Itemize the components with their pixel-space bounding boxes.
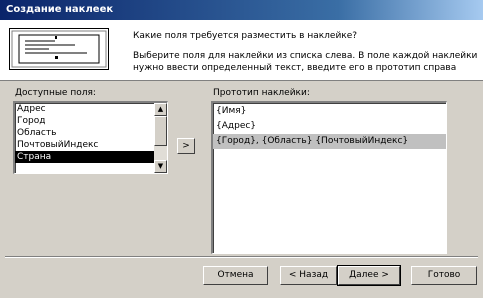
scroll-down-icon[interactable]: ▼: [154, 160, 167, 173]
prototype-line[interactable]: {Имя}: [213, 104, 446, 119]
prototype-area[interactable]: {Имя} {Адрес} {Город}, {Область} {Почтов…: [211, 101, 447, 254]
footer-divider: [5, 256, 478, 258]
available-fields-list[interactable]: Адрес Город Область ПочтовыйИндекс Стран…: [13, 101, 168, 174]
scroll-up-icon[interactable]: ▲: [154, 103, 167, 116]
prototype-label: Прототип наклейки:: [213, 88, 310, 98]
wizard-header: Какие поля требуется разместить в наклей…: [0, 20, 483, 81]
title-bar[interactable]: Создание наклеек: [0, 0, 483, 20]
list-item[interactable]: ПочтовыйИндекс: [15, 139, 154, 151]
label-wizard-window: Создание наклеек Какие поля требуется ра…: [0, 0, 483, 298]
list-item[interactable]: Адрес: [15, 103, 154, 115]
available-fields-label: Доступные поля:: [15, 88, 96, 98]
list-item-selected[interactable]: Страна: [15, 151, 154, 163]
list-item[interactable]: Область: [15, 127, 154, 139]
label-illustration-icon: [9, 28, 109, 70]
add-field-button[interactable]: >: [177, 138, 195, 154]
prototype-line[interactable]: {Адрес}: [213, 119, 446, 134]
fields-scrollbar[interactable]: ▲ ▼: [154, 103, 167, 173]
wizard-description: Выберите поля для наклейки из списка сле…: [133, 51, 478, 73]
wizard-question: Какие поля требуется разместить в наклей…: [133, 31, 358, 41]
list-item[interactable]: Город: [15, 115, 154, 127]
back-button[interactable]: < Назад: [280, 266, 337, 285]
prototype-line-selected[interactable]: {Город}, {Область} {ПочтовыйИндекс}: [213, 134, 446, 149]
cancel-button[interactable]: Отмена: [203, 266, 268, 285]
scroll-thumb[interactable]: [154, 116, 167, 146]
finish-button[interactable]: Готово: [411, 266, 477, 285]
window-title: Создание наклеек: [6, 4, 114, 15]
next-button[interactable]: Далее >: [337, 265, 401, 286]
